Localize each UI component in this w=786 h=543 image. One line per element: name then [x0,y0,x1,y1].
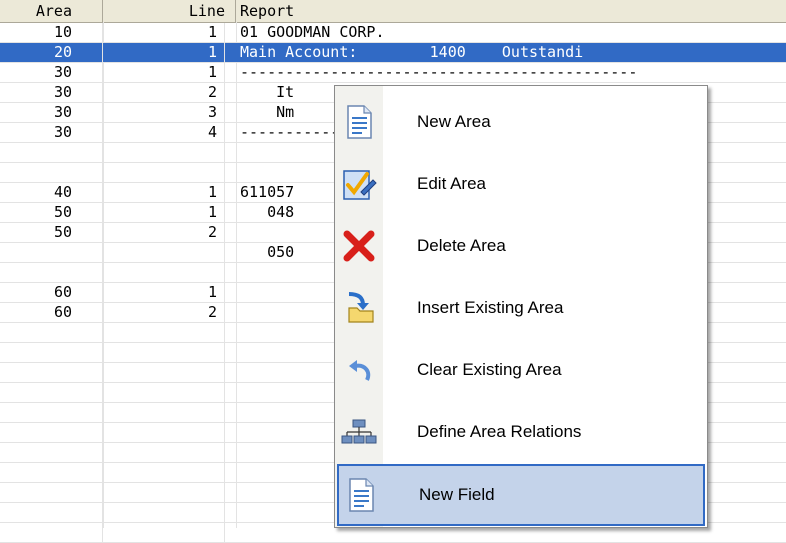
cell-area: 50 [0,203,103,223]
cell-line [103,363,225,383]
cell-area: 30 [0,63,103,83]
cell-area [0,443,103,463]
column-header-report[interactable]: Report [236,0,786,22]
cell-area [0,343,103,363]
cell-line: 2 [103,303,225,323]
menu-item-label: Insert Existing Area [417,298,564,317]
table-row[interactable]: 20 1 Main Account: 1400 Outstandi [0,43,786,63]
cell-area [0,243,103,263]
cell-area [0,523,103,543]
menu-item-define-area-relations[interactable]: Define Area Relations [335,401,707,463]
cell-line [103,243,225,263]
cell-line: 1 [103,63,225,83]
menu-item-label: Clear Existing Area [417,360,562,379]
cell-report: Main Account: 1400 Outstandi [240,43,584,61]
cell-area: 40 [0,183,103,203]
undo-arrow-icon [349,360,371,381]
menu-item-label: New Area [417,112,491,131]
menu-item-new-field[interactable]: New Field [337,464,705,526]
cell-line: 4 [103,123,225,143]
insert-folder-icon [348,292,374,323]
cell-area: 20 [0,43,103,63]
edit-checkmark-icon [343,170,377,200]
cell-area [0,383,103,403]
cell-line [103,483,225,503]
menu-item-edit-area[interactable]: Edit Area [335,153,707,215]
cell-area: 30 [0,83,103,103]
cell-line [103,343,225,363]
cell-line: 1 [103,283,225,303]
cell-area: 30 [0,103,103,123]
cell-area: 60 [0,303,103,323]
cell-line [103,403,225,423]
cell-line: 1 [103,43,225,63]
menu-item-insert-existing-area[interactable]: Insert Existing Area [335,277,707,339]
delete-x-icon [343,230,375,262]
cell-area: 60 [0,283,103,303]
menu-item-label: Delete Area [417,236,506,255]
cell-area: 50 [0,223,103,243]
column-header-area[interactable]: Area [0,0,103,22]
cell-line [103,463,225,483]
cell-line [103,503,225,523]
menu-item-delete-area[interactable]: Delete Area [335,215,707,277]
cell-line [103,163,225,183]
cell-line: 1 [103,203,225,223]
cell-line [103,443,225,463]
cell-area: 10 [0,23,103,43]
cell-area [0,143,103,163]
menu-item-new-area[interactable]: New Area [335,91,707,153]
relations-icon [341,419,377,444]
grid-header: Area Line Report [0,0,786,23]
cell-line [103,383,225,403]
menu-item-clear-existing-area[interactable]: Clear Existing Area [335,339,707,401]
cell-area [0,403,103,423]
new-document-icon [349,478,374,512]
table-row[interactable]: 10 1 01 GOODMAN CORP. [0,23,786,43]
cell-area [0,163,103,183]
cell-line: 2 [103,83,225,103]
cell-line [103,423,225,443]
cell-report: ----------------------------------------… [240,63,638,81]
cell-area: 30 [0,123,103,143]
menu-item-label: New Field [419,485,495,504]
cell-area [0,263,103,283]
menu-item-label: Define Area Relations [417,422,582,441]
cell-line: 2 [103,223,225,243]
cell-area [0,503,103,523]
cell-line [103,523,225,543]
cell-area [0,483,103,503]
cell-line [103,263,225,283]
cell-line: 1 [103,23,225,43]
cell-report: 01 GOODMAN CORP. [240,23,385,41]
cell-line [103,323,225,343]
cell-line: 1 [103,183,225,203]
cell-area [0,423,103,443]
cell-area [0,323,103,343]
cell-area [0,363,103,383]
context-menu: New Area Edit Area Delete Area Insert Ex… [334,85,708,528]
cell-line: 3 [103,103,225,123]
cell-line [103,143,225,163]
cell-area [0,463,103,483]
table-row[interactable]: 30 1 -------------------------------------… [0,63,786,83]
column-header-line[interactable]: Line [103,0,236,22]
menu-item-label: Edit Area [417,174,486,193]
new-document-icon [347,105,372,139]
